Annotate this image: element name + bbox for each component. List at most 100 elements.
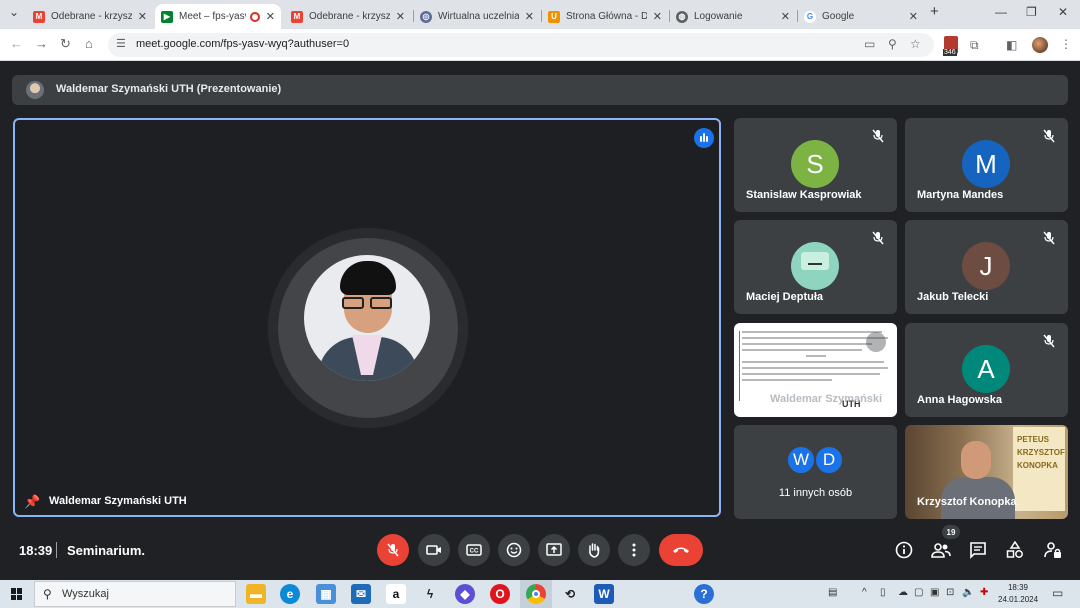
antivirus-icon[interactable]: ✚ xyxy=(980,587,988,598)
menu-kebab-icon[interactable]: ⋮ xyxy=(1060,37,1072,51)
profile-avatar[interactable] xyxy=(1032,37,1048,53)
close-icon[interactable]: ✕ xyxy=(266,10,275,23)
participant-tile[interactable]: Maciej Deptuła xyxy=(734,220,897,314)
recording-icon xyxy=(249,11,260,22)
pin-icon[interactable]: 📌 xyxy=(24,494,40,510)
windows-start-icon[interactable] xyxy=(11,588,23,600)
close-icon[interactable]: ✕ xyxy=(653,10,662,23)
participant-tile[interactable]: J Jakub Telecki xyxy=(905,220,1068,314)
participant-avatar: D xyxy=(814,445,844,475)
url-text[interactable]: meet.google.com/fps-yasv-wyq?authuser=0 xyxy=(136,38,349,50)
camera-icon[interactable]: ▭ xyxy=(864,37,875,51)
close-icon[interactable]: ✕ xyxy=(909,10,918,23)
tray-chevron-icon[interactable]: ^ xyxy=(862,587,867,598)
tab-title: Strona Główna - Do xyxy=(566,11,647,22)
tray-app-icon[interactable]: ▣ xyxy=(930,587,939,598)
forward-icon[interactable]: → xyxy=(35,36,48,51)
mic-off-icon xyxy=(1043,129,1055,143)
presentation-tile[interactable]: UTH Waldemar Szymański xyxy=(734,323,897,417)
tab-google[interactable]: G Google ✕ xyxy=(798,4,924,29)
chat-button[interactable] xyxy=(967,539,989,561)
mic-off-button[interactable] xyxy=(377,534,409,566)
back-icon[interactable]: ← xyxy=(10,36,23,51)
people-button[interactable] xyxy=(930,539,952,561)
tab-meet[interactable]: ▶ Meet – fps-yasv ✕ xyxy=(155,4,281,29)
side-panel-icon[interactable]: ◧ xyxy=(1006,38,1017,52)
taskbar-clock[interactable]: 18:39 24.01.2024 xyxy=(998,582,1038,606)
close-icon[interactable]: ✕ xyxy=(138,10,147,23)
activities-button[interactable] xyxy=(1004,539,1026,561)
leave-call-button[interactable] xyxy=(659,534,703,566)
extension-icon[interactable]: 346 xyxy=(943,36,958,56)
activities-shapes-icon xyxy=(1006,541,1023,558)
home-icon[interactable]: ⌂ xyxy=(85,36,93,51)
close-icon[interactable]: ✕ xyxy=(396,10,405,23)
info-icon xyxy=(895,541,913,559)
participant-name: Waldemar Szymański xyxy=(770,393,883,405)
camera-button[interactable] xyxy=(418,534,450,566)
onedrive-icon[interactable]: ☁ xyxy=(898,587,908,598)
amazon-icon[interactable]: a xyxy=(386,584,406,604)
minimize-icon[interactable]: — xyxy=(995,5,1007,19)
participant-tile[interactable]: M Martyna Mandes xyxy=(905,118,1068,212)
close-icon[interactable]: ✕ xyxy=(525,10,534,23)
lightning-app-icon[interactable]: ϟ xyxy=(420,584,440,604)
store-icon[interactable]: ▦ xyxy=(316,584,336,604)
participant-tile[interactable]: PETEUS KRZYSZTOF KONOPKA Krzysztof Konop… xyxy=(905,425,1068,519)
site-settings-icon[interactable]: ☰ xyxy=(116,37,126,50)
close-icon[interactable]: ✕ xyxy=(781,10,790,23)
reload-icon[interactable]: ↻ xyxy=(60,36,71,52)
more-options-button[interactable] xyxy=(618,534,650,566)
svg-text:CC: CC xyxy=(470,549,479,555)
extensions-puzzle-icon[interactable]: ⧉ xyxy=(970,38,979,53)
proton-icon[interactable]: ◆ xyxy=(455,584,475,604)
file-explorer-icon[interactable]: ▬ xyxy=(246,584,266,604)
task-view-icon[interactable]: ▤ xyxy=(828,587,837,598)
emoji-button[interactable] xyxy=(498,534,530,566)
tab-gmail-2[interactable]: M Odebrane - krzysztof ✕ xyxy=(285,4,411,29)
tray-app-icon[interactable]: ▯ xyxy=(880,587,886,598)
notifications-icon[interactable]: ▭ xyxy=(1052,586,1063,600)
raise-hand-button[interactable] xyxy=(578,534,610,566)
main-video-tile[interactable]: 📌 Waldemar Szymański UTH xyxy=(13,118,721,517)
tab-logowanie[interactable]: ◍ Logowanie ✕ xyxy=(670,4,796,29)
close-window-icon[interactable]: ✕ xyxy=(1058,5,1068,19)
maximize-icon[interactable]: ❐ xyxy=(1026,5,1037,19)
lock-person-icon xyxy=(1044,542,1061,558)
mail-icon[interactable]: ✉ xyxy=(351,584,371,604)
address-bar[interactable]: ☰ meet.google.com/fps-yasv-wyq?authuser=… xyxy=(108,33,934,57)
taskbar-search[interactable]: ⚲ Wyszukaj xyxy=(34,581,236,607)
present-screen-button[interactable] xyxy=(538,534,570,566)
meeting-details-button[interactable] xyxy=(893,539,915,561)
tab-gmail-1[interactable]: M Odebrane - krzysztof ✕ xyxy=(27,4,153,29)
edge-icon[interactable]: e xyxy=(280,584,300,604)
participant-tile[interactable]: A Anna Hagowska xyxy=(905,323,1068,417)
new-tab-icon[interactable]: + xyxy=(930,3,939,20)
captions-button[interactable]: CC xyxy=(458,534,490,566)
tab-search-icon[interactable]: ⌄ xyxy=(9,5,19,19)
tray-app-icon[interactable]: ▢ xyxy=(914,587,923,598)
meet-control-bar: 18:39 Seminarium. CC xyxy=(0,524,1080,576)
others-tile[interactable]: W D 11 innych osób xyxy=(734,425,897,519)
opera-icon[interactable]: O xyxy=(490,584,510,604)
tile-options-icon[interactable] xyxy=(866,332,886,352)
word-icon[interactable]: W xyxy=(594,584,614,604)
search-icon: ⚲ xyxy=(43,587,52,601)
bookmark-star-icon[interactable]: ☆ xyxy=(910,37,921,51)
participant-tile[interactable]: S Stanislaw Kasprowiak xyxy=(734,118,897,212)
tab-strona-glowna[interactable]: U Strona Główna - Do ✕ xyxy=(542,4,668,29)
participant-avatar: A xyxy=(962,345,1010,393)
others-count-label: 11 innych osób xyxy=(778,487,853,499)
help-icon[interactable]: ? xyxy=(694,584,714,604)
tab-wirtualna-uczelnia[interactable]: ◎ Wirtualna uczelnia | ✕ xyxy=(414,4,540,29)
chrome-icon[interactable] xyxy=(526,584,546,604)
browser-tab-bar: ⌄ M Odebrane - krzysztof ✕ ▶ Meet – fps-… xyxy=(0,0,1080,29)
network-icon[interactable]: ⊡ xyxy=(946,587,954,598)
sync-app-icon[interactable]: ⟲ xyxy=(560,584,580,604)
bmo-avatar-icon xyxy=(791,242,839,290)
zoom-icon[interactable]: ⚲ xyxy=(888,37,897,51)
host-controls-button[interactable] xyxy=(1042,539,1064,561)
participant-avatar: J xyxy=(962,242,1010,290)
volume-icon[interactable]: 🔈 xyxy=(962,587,974,598)
background-poster: PETEUS KRZYSZTOF KONOPKA xyxy=(1013,427,1065,511)
